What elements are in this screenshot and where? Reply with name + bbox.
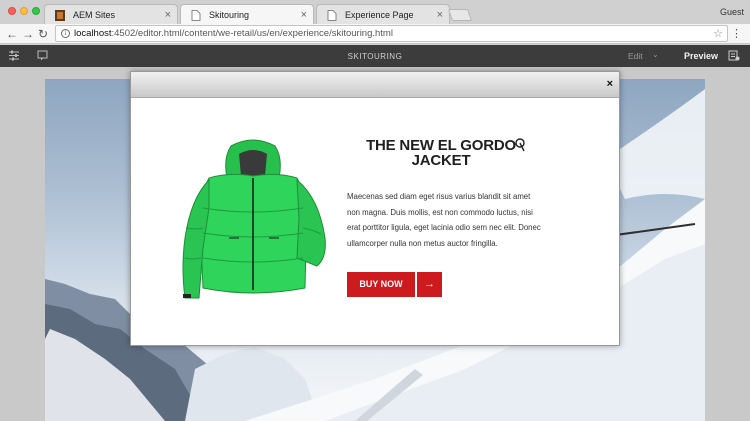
- bookmark-star-icon[interactable]: ☆: [713, 27, 723, 40]
- window-minimize-button[interactable]: [20, 7, 28, 15]
- tab-close-icon[interactable]: ×: [437, 9, 443, 21]
- product-description: Maecenas sed diam eget risus varius blan…: [347, 192, 541, 248]
- new-tab-button[interactable]: [447, 9, 473, 21]
- close-icon[interactable]: ×: [607, 78, 613, 90]
- tab-skitouring[interactable]: Skitouring ×: [180, 4, 314, 26]
- profile-label[interactable]: Guest: [720, 7, 744, 17]
- tab-experience-page[interactable]: Experience Page ×: [316, 4, 450, 25]
- tab-close-icon[interactable]: ×: [301, 9, 307, 21]
- buy-now-label[interactable]: BUY NOW: [347, 272, 415, 297]
- window-zoom-button[interactable]: [32, 7, 40, 15]
- browser-tab-bar: AEM Sites × Skitouring × Experience Page…: [0, 0, 750, 26]
- product-modal: × THE NEW EL GORDO JACKET Maecenas sed d…: [130, 71, 620, 346]
- heading-line-2: JACKET: [411, 152, 471, 169]
- tab-label: Skitouring: [209, 10, 250, 20]
- url-path: :4502/editor.html/content/we-retail/us/e…: [111, 28, 393, 39]
- window-close-button[interactable]: [8, 7, 16, 15]
- page-favicon-icon: [191, 10, 201, 21]
- chevron-down-icon[interactable]: ⌄: [652, 50, 659, 59]
- jacket-image: [182, 139, 326, 299]
- info-icon[interactable]: i: [61, 29, 70, 38]
- page-favicon-icon: [327, 10, 337, 21]
- address-bar[interactable]: i localhost:4502/editor.html/content/we-…: [55, 25, 728, 42]
- mode-selector[interactable]: Edit: [628, 51, 643, 61]
- mouse-cursor-icon: [515, 138, 525, 152]
- preview-button[interactable]: Preview: [684, 51, 718, 61]
- heading-line-1: THE NEW EL GORDO: [366, 137, 516, 154]
- product-heading: THE NEW EL GORDO JACKET: [341, 138, 541, 168]
- buy-now-button[interactable]: BUY NOW →: [347, 272, 442, 297]
- forward-icon[interactable]: →: [22, 27, 34, 41]
- arrow-right-icon[interactable]: →: [417, 272, 442, 297]
- aem-favicon-icon: [55, 10, 65, 21]
- tab-label: AEM Sites: [73, 10, 116, 20]
- browser-menu-icon[interactable]: ⋮: [731, 27, 742, 40]
- reload-icon[interactable]: ↻: [38, 27, 48, 41]
- back-icon[interactable]: ←: [6, 27, 18, 41]
- tab-aem-sites[interactable]: AEM Sites ×: [44, 4, 178, 25]
- tab-label: Experience Page: [345, 10, 414, 20]
- modal-header: ×: [131, 72, 619, 98]
- page-info-icon[interactable]: [728, 50, 740, 61]
- browser-toolbar: ← → ↻ i localhost:4502/editor.html/conte…: [0, 24, 750, 44]
- url-host: localhost: [74, 28, 112, 39]
- aem-editor-toolbar: SKITOURING Edit ⌄ Preview: [0, 45, 750, 67]
- tab-close-icon[interactable]: ×: [165, 9, 171, 21]
